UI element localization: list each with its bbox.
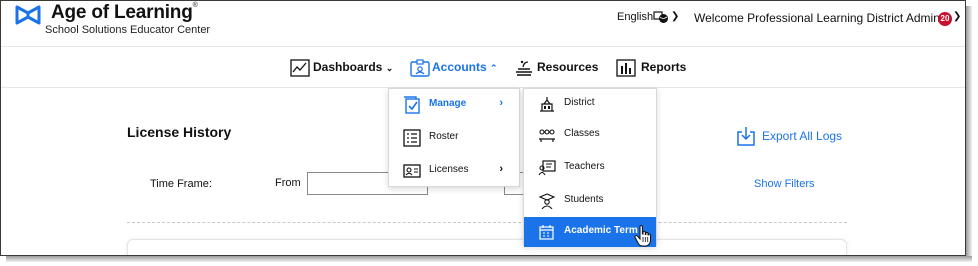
logo-title-text: Age of Learning — [51, 2, 193, 23]
dashboards-chart-icon — [290, 59, 310, 77]
logo-subtitle: School Solutions Educator Center — [45, 24, 211, 36]
page-title: License History — [127, 124, 232, 140]
submenu-item-academic-term-label: Academic Term — [564, 225, 638, 236]
from-label: From — [275, 177, 301, 189]
logo-title[interactable]: Age of Learning® — [51, 2, 198, 24]
dashboards-chevron-down-icon: ⌄ — [385, 63, 394, 73]
show-filters-link[interactable]: Show Filters — [754, 178, 815, 190]
students-graduate-icon — [538, 193, 556, 209]
manage-submenu: District Classes Teachers Students Acade… — [523, 88, 657, 247]
nav-dashboards-label: Dashboards — [313, 60, 383, 74]
submenu-item-district[interactable]: District — [524, 89, 656, 119]
submenu-item-students-label: Students — [564, 194, 604, 205]
submenu-item-students[interactable]: Students — [524, 186, 656, 216]
nav-accounts-label: Accounts — [432, 60, 487, 74]
main-nav: Dashboards ⌄ Accounts ⌃ Resources Report… — [1, 48, 965, 88]
nav-reports[interactable]: Reports — [641, 60, 686, 74]
age-of-learning-logo-icon[interactable] — [15, 5, 41, 25]
nav-resources[interactable]: Resources — [537, 60, 598, 74]
submenu-item-district-label: District — [564, 97, 595, 108]
user-menu-chevron-down-icon[interactable]: ❯ — [953, 11, 961, 22]
submenu-item-teachers[interactable]: Teachers — [524, 153, 656, 183]
window-shadow-right — [966, 6, 972, 260]
nav-dashboards[interactable]: Dashboards ⌄ — [313, 60, 393, 74]
notification-badge[interactable]: 20 — [938, 12, 952, 26]
hand-pointer-cursor-icon — [634, 225, 651, 247]
manage-chevron-right-icon: › — [499, 97, 503, 109]
menu-item-licenses[interactable]: Licenses › — [389, 156, 519, 186]
time-frame-label: Time Frame: — [150, 178, 212, 190]
section-divider — [127, 222, 847, 223]
language-chevron-down-icon[interactable]: ❯ — [671, 11, 679, 22]
top-header: Age of Learning® School Solutions Educat… — [1, 1, 965, 47]
menu-item-roster[interactable]: Roster — [389, 123, 519, 153]
licenses-chevron-right-icon: › — [499, 163, 503, 175]
app-window: Age of Learning® School Solutions Educat… — [0, 0, 966, 256]
export-download-icon[interactable] — [736, 126, 756, 146]
resources-books-icon — [516, 60, 532, 76]
menu-item-licenses-label: Licenses — [429, 164, 469, 175]
manage-checklist-icon — [404, 96, 420, 114]
submenu-item-classes-label: Classes — [564, 128, 600, 139]
welcome-message[interactable]: Welcome Professional Learning District A… — [694, 11, 943, 25]
menu-item-manage-label: Manage — [429, 98, 467, 109]
submenu-item-classes[interactable]: Classes — [524, 120, 656, 150]
district-building-icon — [540, 97, 554, 112]
results-card — [127, 239, 847, 255]
language-globe-icon[interactable] — [653, 9, 669, 25]
window-shadow-bottom — [6, 256, 972, 262]
language-selector-label[interactable]: English — [617, 11, 653, 23]
roster-list-icon — [403, 129, 421, 147]
menu-item-roster-label: Roster — [429, 131, 459, 142]
reports-bar-chart-icon — [616, 59, 636, 77]
menu-item-manage[interactable]: Manage › — [389, 90, 519, 120]
licenses-card-icon — [403, 164, 421, 178]
submenu-item-teachers-label: Teachers — [564, 161, 605, 172]
export-all-logs-link[interactable]: Export All Logs — [762, 129, 842, 143]
nav-accounts[interactable]: Accounts ⌃ — [432, 60, 498, 74]
classes-group-icon — [539, 129, 555, 142]
academic-term-calendar-icon — [539, 225, 554, 240]
teachers-board-icon — [538, 160, 556, 176]
accounts-dropdown-menu: Manage › Roster Licenses › — [388, 88, 520, 187]
logo-trademark: ® — [192, 2, 198, 9]
accounts-chevron-up-icon: ⌃ — [490, 63, 498, 73]
accounts-id-card-icon — [410, 59, 430, 77]
